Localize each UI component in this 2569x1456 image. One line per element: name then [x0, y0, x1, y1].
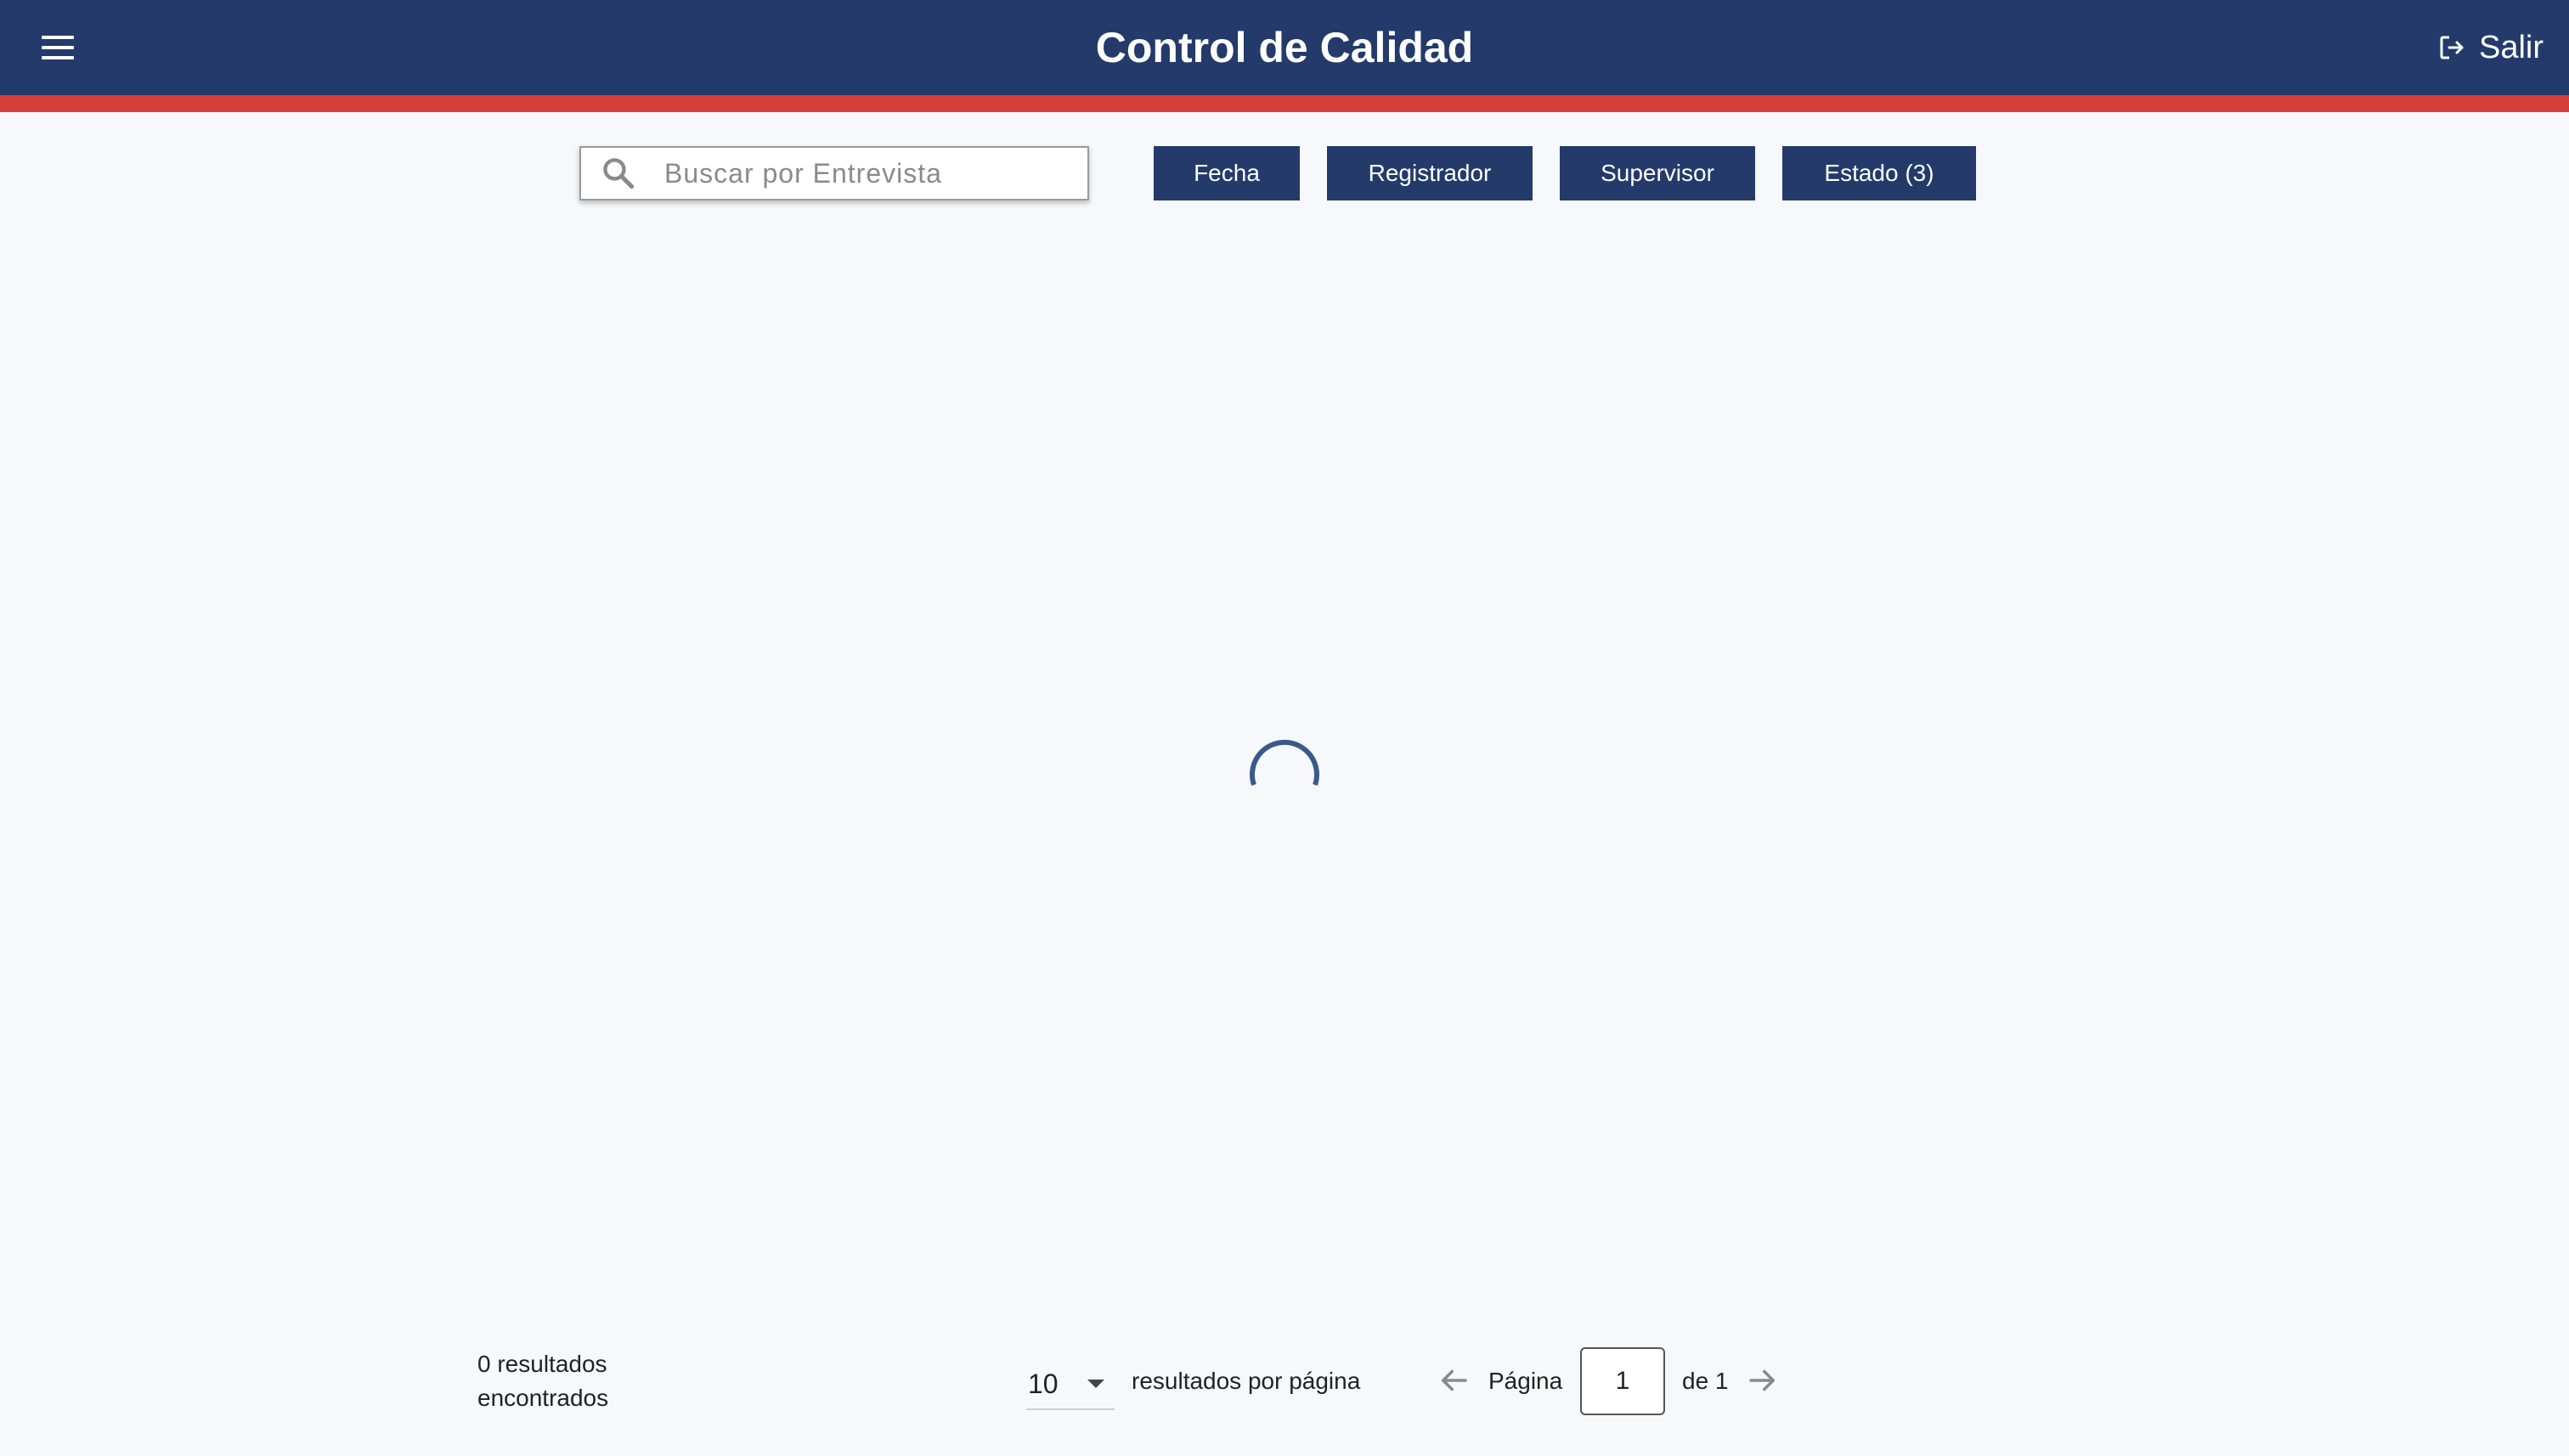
total-pages-label: de 1	[1682, 1368, 1729, 1394]
filter-registrador-button[interactable]: Registrador	[1327, 146, 1533, 200]
page-size-value: 10	[1028, 1368, 1059, 1399]
search-icon	[603, 158, 635, 189]
prev-page-arrow-icon[interactable]	[1436, 1363, 1471, 1398]
hamburger-menu-icon	[42, 36, 74, 59]
per-page-label: resultados por página	[1132, 1368, 1361, 1394]
menu-button[interactable]	[31, 24, 85, 71]
logout-icon	[2440, 36, 2464, 59]
page-size-select[interactable]: 10	[1026, 1359, 1115, 1410]
logout-label: Salir	[2478, 29, 2544, 65]
filter-fecha-button[interactable]: Fecha	[1154, 146, 1300, 200]
results-count: 0 resultados encontrados	[477, 1347, 664, 1415]
page-label: Página	[1488, 1368, 1563, 1394]
logout-button[interactable]: Salir	[2436, 24, 2544, 71]
search-input[interactable]	[663, 156, 1053, 190]
search-box[interactable]	[579, 146, 1089, 200]
results-count-line1: 0 resultados	[477, 1351, 607, 1377]
next-page-arrow-icon[interactable]	[1745, 1363, 1781, 1398]
page-title: Control de Calidad	[1095, 24, 1474, 71]
chevron-down-icon	[1087, 1380, 1104, 1388]
current-page-input[interactable]	[1580, 1347, 1665, 1415]
loading-spinner-icon	[1250, 739, 1319, 786]
top-app-bar: Control de Calidad Salir	[0, 0, 2569, 95]
header-accent-stripe	[0, 95, 2569, 112]
filter-supervisor-button[interactable]: Supervisor	[1560, 146, 1755, 200]
results-count-line2: encontrados	[477, 1385, 609, 1411]
filter-estado-button[interactable]: Estado (3)	[1782, 146, 1976, 200]
